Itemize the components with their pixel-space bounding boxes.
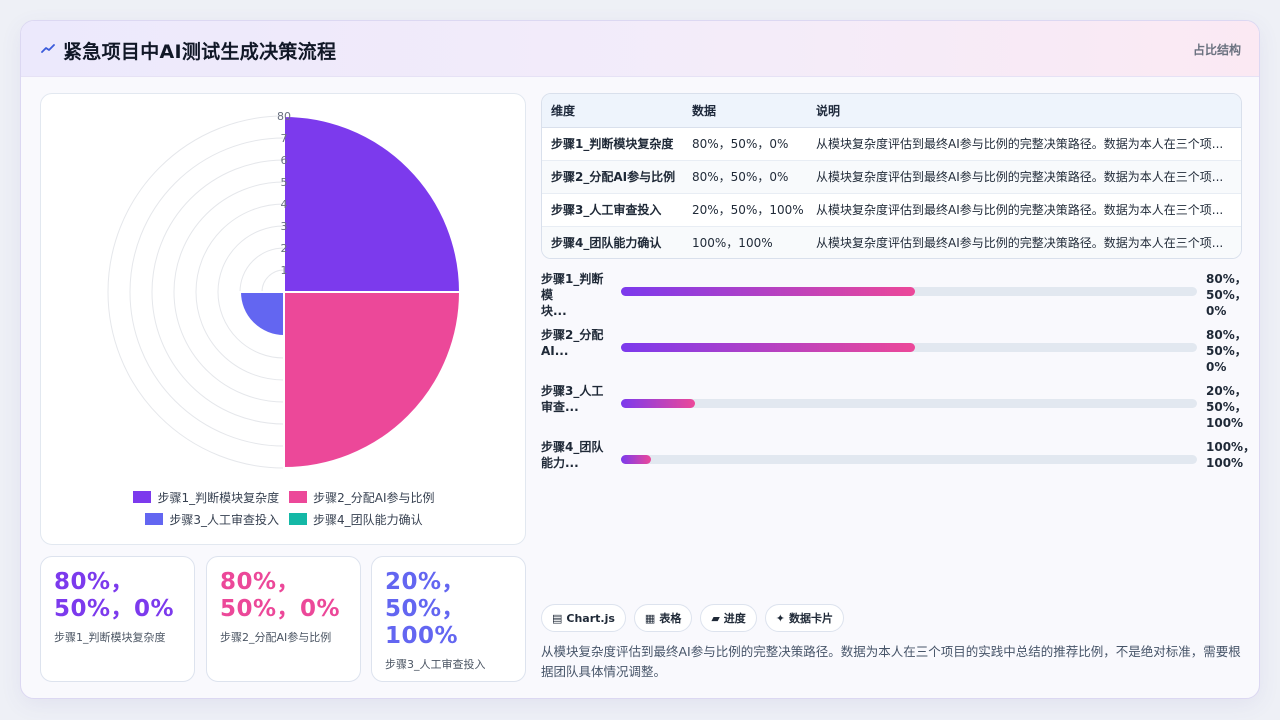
legend-label: 步骤4_团队能力确认 [313,512,423,527]
r-tick-label: 4 [281,198,288,211]
table-cell-description: 从模块复杂度评估到最终AI参与比例的完整决策路径。数据为本人在三个项... [807,193,1241,227]
tag-label: 进度 [723,612,746,625]
progress-fill [621,343,915,352]
kpi-card-step1: 80%，50%，0% 步骤1_判断模块复杂度 [40,556,195,682]
kpi-value: 80%，50%，0% [220,569,341,622]
progress-value: 80%， 50%， 0% [1206,272,1247,318]
r-tick-label: 80 [277,110,291,123]
legend-item-step2[interactable]: 步骤2_分配AI参与比例 [289,489,435,506]
tag-label: Chart.js [566,611,615,625]
description-note: 从模块复杂度评估到最终AI参与比例的完整决策路径。数据为本人在三个项目的实践中总… [541,644,1241,679]
header-bar: 紧急项目中AI测试生成决策流程 占比结构 [21,21,1259,77]
chart-icon: ▤ [552,611,563,625]
r-tick-label: 6 [281,154,288,167]
legend-item-step3[interactable]: 步骤3_人工审查投入 [145,511,279,528]
r-tick-label: 2 [281,242,288,255]
legend-item-step4[interactable]: 步骤4_团队能力确认 [289,511,423,528]
table-row: 步骤4_团队能力确认 100%，100% 从模块复杂度评估到最终AI参与比例的完… [542,226,1241,258]
legend-swatch [289,513,307,525]
polar-chart-panel: 1 2 3 4 5 6 7 80 步骤1_判断模块复杂度 步骤2_分配AI参与比例 步骤3_人… [40,93,526,545]
progress-label: 步骤2_分配 AI... [541,328,604,358]
kpi-label: 步骤3_人工审查投入 [385,658,486,671]
r-tick-label: 3 [281,220,288,233]
table-cell-dimension: 步骤1_判断模块复杂度 [542,127,683,161]
legend-swatch [145,513,164,525]
progress-row-step2: 步骤2_分配 AI... 80%， 50%， 0% [541,327,1247,377]
table-cell-data: 80%，50%，0% [683,160,807,194]
legend-item-step1[interactable]: 步骤1_判断模块复杂度 [133,489,279,506]
table-cell-description: 从模块复杂度评估到最终AI参与比例的完整决策路径。数据为本人在三个项... [807,127,1241,161]
table-header-row: 维度 数据 说明 [542,94,1241,128]
sector-step3[interactable] [238,291,285,338]
sector-step1[interactable] [283,114,462,293]
progress-value: 80%， 50%， 0% [1206,328,1247,374]
table-cell-dimension: 步骤4_团队能力确认 [542,226,683,258]
progress-fill [621,455,651,464]
progress-row-step4: 步骤4_团队 能力... 100%， 100% [541,439,1255,489]
table-row: 步骤1_判断模块复杂度 80%，50%，0% 从模块复杂度评估到最终AI参与比例… [542,127,1241,161]
legend-swatch [133,491,152,503]
legend-swatch [289,491,308,503]
table-cell-dimension: 步骤3_人工审查投入 [542,193,683,227]
progress-value: 20%， 50%， 100% [1206,384,1247,430]
table-cell-data: 100%，100% [683,226,807,258]
progress-track [621,455,1197,464]
table-icon: ▦ [644,611,656,625]
table-cell-description: 从模块复杂度评估到最终AI参与比例的完整决策路径。数据为本人在三个项... [807,160,1241,194]
legend-label: 步骤3_人工审查投入 [169,512,279,527]
progress-track [621,287,1197,296]
r-tick-label: 5 [281,176,288,189]
page-title: 紧急项目中AI测试生成决策流程 [63,41,337,63]
progress-track [621,343,1197,352]
tag-data-card[interactable]: ✦ 数据卡片 [764,604,845,632]
r-tick-label: 7 [281,132,288,145]
tag-table[interactable]: ▦ 表格 [633,604,693,632]
legend-label: 步骤1_判断模块复杂度 [157,490,280,505]
progress-track [621,399,1197,408]
column-header: 维度 [542,94,683,128]
table-cell-data: 80%，50%，0% [683,127,807,161]
column-header: 数据 [683,94,807,128]
legend-label: 步骤2_分配AI参与比例 [313,490,435,505]
sector-step2[interactable] [283,291,462,470]
table-cell-data: 20%，50%，100% [683,193,807,227]
kpi-card-step3: 20%，50%，100% 步骤3_人工审查投入 [371,556,526,682]
table-row: 步骤2_分配AI参与比例 80%，50%，0% 从模块复杂度评估到最终AI参与比… [542,160,1241,194]
kpi-value: 20%，50%，100% [385,569,466,649]
tag-progress[interactable]: ▰ 进度 [700,604,757,632]
polar-area-chart: 1 2 3 4 5 6 7 80 [107,110,462,470]
progress-icon: ▰ [711,611,720,625]
table-cell-dimension: 步骤2_分配AI参与比例 [542,160,683,194]
kpi-value: 80%，50%，0% [54,569,175,622]
progress-fill [621,287,915,296]
table-cell-description: 从模块复杂度评估到最终AI参与比例的完整决策路径。数据为本人在三个项... [807,226,1241,258]
progress-fill [621,399,695,408]
progress-row-step1: 步骤1_判断模 块... 80%， 50%， 0% [541,271,1247,321]
chart-legend: 步骤1_判断模块复杂度 步骤2_分配AI参与比例 步骤3_人工审查投入 步骤4_… [41,486,527,530]
kpi-label: 步骤1_判断模块复杂度 [54,631,166,644]
kpi-label: 步骤2_分配AI参与比例 [220,631,332,644]
progress-value: 100%， 100% [1206,440,1256,470]
tag-label: 表格 [659,612,682,625]
trend-icon [41,44,55,53]
progress-label: 步骤1_判断模 块... [541,272,604,318]
feature-tags: ▤ Chart.js ▦ 表格 ▰ 进度 ✦ 数据卡片 [541,604,845,632]
tag-label: 数据卡片 [789,612,834,625]
card-icon: ✦ [775,611,786,625]
r-tick-label: 1 [281,264,288,277]
tag-chartjs[interactable]: ▤ Chart.js [541,604,626,632]
progress-label: 步骤4_团队 能力... [541,440,604,470]
chart-type-label: 占比结构 [1192,43,1241,57]
progress-row-step3: 步骤3_人工 审查... 20%， 50%， 100% [541,383,1247,433]
column-header: 说明 [807,94,1241,128]
dashboard-card: 紧急项目中AI测试生成决策流程 占比结构 1 2 3 4 5 6 7 80 步骤1_判断模块复… [20,20,1260,699]
table-row: 步骤3_人工审查投入 20%，50%，100% 从模块复杂度评估到最终AI参与比… [542,193,1241,227]
progress-label: 步骤3_人工 审查... [541,384,604,414]
kpi-card-step2: 80%，50%，0% 步骤2_分配AI参与比例 [206,556,361,682]
data-table: 维度 数据 说明 步骤1_判断模块复杂度 80%，50%，0% 从模块复杂度评估… [541,93,1242,259]
